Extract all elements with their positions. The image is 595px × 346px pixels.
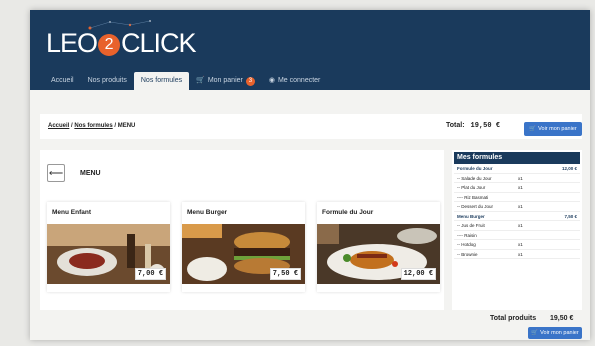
menu-card-enfant[interactable]: Menu Enfant 7,00 € <box>47 202 170 292</box>
nav-cart[interactable]: 🛒 Mon panier 3 <box>189 72 262 90</box>
sidebar-row-qty: x1 <box>518 204 523 209</box>
logo[interactable]: LEO 2 CLICK <box>46 28 197 59</box>
page-title: MENU <box>80 170 101 177</box>
sidebar-item-row: -- Dessert du Jour x1 <box>454 202 580 212</box>
sidebar-formula-row: Menu Burger 7,50 € <box>454 212 580 221</box>
menu-enfant-photo: 7,00 € <box>47 224 170 284</box>
breadcrumb-home[interactable]: Accueil <box>48 123 69 129</box>
sidebar-row-qty: x1 <box>518 175 523 181</box>
card-price: 7,50 € <box>269 268 301 280</box>
sidebar-row-price: 7,50 € <box>564 213 577 219</box>
breadcrumb-bar: Accueil / Nos formules / MENU Total: 19,5… <box>40 114 582 139</box>
sidebar-row-label: -- Dessert du Jour <box>457 204 494 209</box>
site-header: LEO 2 CLICK Accueil Nos produits Nos formu… <box>30 10 590 90</box>
card-price: 12,00 € <box>400 268 436 280</box>
sidebar-row-label: -- Plat du Jour <box>457 185 486 190</box>
sidebar-item-row: -- Plat du Jour x1 <box>454 183 580 193</box>
menu-card-burger[interactable]: Menu Burger 7,50 € <box>182 202 305 292</box>
cart-total-value: 19,50 € <box>470 122 500 130</box>
card-title: Menu Burger <box>187 209 228 216</box>
cart-icon: 🛒 <box>531 330 539 336</box>
menu-burger-photo: 7,50 € <box>182 224 305 284</box>
cart-count-badge: 3 <box>245 76 255 86</box>
sidebar-item-row: -- Hotdog x1 <box>454 240 580 250</box>
view-cart-button-top[interactable]: 🛒 Voir mon panier <box>524 122 582 136</box>
logo-text-left: LEO <box>46 28 98 58</box>
cart-icon: 🛒 <box>196 77 205 84</box>
sidebar-row-label: -- Brownie <box>457 251 478 257</box>
sidebar-item-row: -- Brownie x1 <box>454 250 580 259</box>
main-nav: Accueil Nos produits Nos formules 🛒 Mon p… <box>44 72 327 90</box>
logo-text-right: CLICK <box>121 28 197 58</box>
sidebar-item-row: -- Jus de Fruit x1 <box>454 221 580 231</box>
sidebar-item-row: ---- Raisin <box>454 231 580 240</box>
card-price: 7,00 € <box>134 268 166 280</box>
sidebar-row-label: -- Salade du Jour <box>457 175 492 181</box>
sidebar-row-label: -- Hotdog <box>457 242 476 247</box>
breadcrumb-current: MENU <box>117 123 136 129</box>
total-products-label: Total produits <box>490 315 537 322</box>
app-window: LEO 2 CLICK Accueil Nos produits Nos formu… <box>30 10 590 340</box>
sidebar-formula-row: Formule du Jour 12,00 € <box>454 164 580 174</box>
sidebar-item-row: ---- Riz Basmati <box>454 193 580 202</box>
sidebar-row-label: ---- Raisin <box>457 232 477 238</box>
sidebar-row-qty: x1 <box>518 185 523 190</box>
cart-total: Total: 19,50 € <box>446 122 500 130</box>
sidebar-row-label: Menu Burger <box>457 213 485 219</box>
sidebar-rows: Formule du Jour 12,00 € -- Salade du Jour x… <box>452 164 582 259</box>
breadcrumb: Accueil / Nos formules / MENU <box>48 123 136 129</box>
total-products-value: 19,50 € <box>550 315 574 322</box>
sidebar-formulas: Mes formules Formule du Jour 12,00 € -- Sa… <box>452 150 582 310</box>
nav-home[interactable]: Accueil <box>44 72 81 90</box>
card-title: Menu Enfant <box>52 209 91 216</box>
nav-formulas[interactable]: Nos formules <box>133 72 190 90</box>
card-title: Formule du Jour <box>322 209 374 216</box>
view-cart-button-bottom[interactable]: 🛒 Voir mon panier <box>528 327 582 339</box>
menu-panel: ⟵ MENU Menu Enfant 7,00 € Menu Burger 7,… <box>40 150 444 310</box>
sidebar-row-qty: x1 <box>518 251 523 257</box>
sidebar-title: Mes formules <box>454 152 580 164</box>
sidebar-row-label: ---- Riz Basmati <box>457 194 489 200</box>
formule-du-jour-photo: 12,00 € <box>317 224 440 284</box>
nav-products[interactable]: Nos produits <box>81 72 134 90</box>
back-button[interactable]: ⟵ <box>47 164 65 182</box>
sidebar-row-price: 12,00 € <box>561 166 577 171</box>
sidebar-row-label: -- Jus de Fruit <box>457 223 485 228</box>
cart-icon: 🛒 <box>529 126 537 132</box>
sidebar-item-row: -- Salade du Jour x1 <box>454 174 580 183</box>
nav-login[interactable]: ◉ Me connecter <box>262 72 328 90</box>
sidebar-row-qty: x1 <box>518 242 523 247</box>
logo-badge: 2 <box>98 33 121 56</box>
sidebar-row-qty: x1 <box>518 223 523 228</box>
menu-card-formule-du-jour[interactable]: Formule du Jour 12,00 € <box>317 202 440 292</box>
breadcrumb-section[interactable]: Nos formules <box>74 123 112 129</box>
arrow-left-icon: ⟵ <box>48 167 64 179</box>
sidebar-row-label: Formule du Jour <box>457 166 493 171</box>
user-icon: ◉ <box>268 77 275 84</box>
